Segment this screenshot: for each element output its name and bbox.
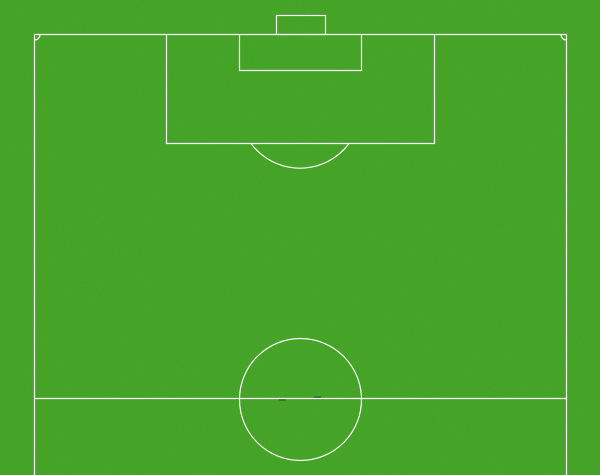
grass-turf [0,0,600,475]
football-pitch [0,0,600,475]
pitch-canvas[interactable] [0,0,600,475]
